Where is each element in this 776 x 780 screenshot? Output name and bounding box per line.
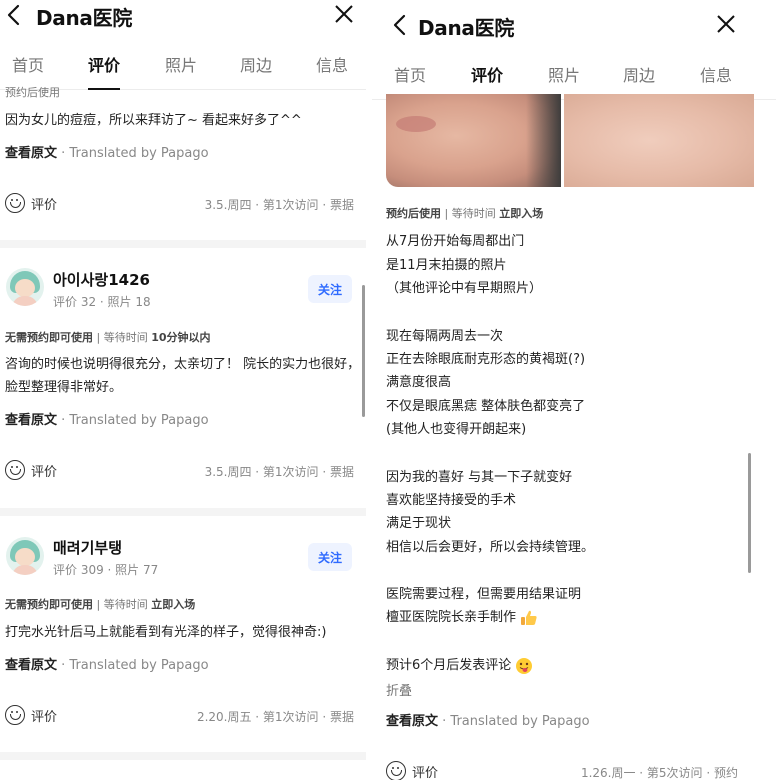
review-tag: 预约后使用 | 等待时间 立即入场 [386,207,544,220]
review-meta: 2.20.周五 · 第1次访问 · 票据 [196,710,354,724]
follow-button[interactable]: 关注 [308,543,352,571]
review-meta: 3.5.周四 · 第1次访问 · 票据 [204,198,354,212]
react-button[interactable]: 评价 [5,460,57,480]
tab-nearby[interactable]: 周边 [623,62,655,86]
review-text-line: (其他人也变得开朗起来) [386,422,527,437]
review-text-line: 不仅是眼底黑痣 整体肤色都变亮了 [386,399,586,414]
smile-icon [5,460,25,480]
review-text-line: 满足于现状 [386,516,452,531]
review-text-line: 正在去除眼底耐克形态的黄褐斑(?) [386,352,586,367]
react-button[interactable]: 评价 [386,761,438,780]
review-text: 因为女儿的痘痘，所以来拜访了~ 看起来好多了^^ [5,113,302,128]
back-icon[interactable] [6,4,22,26]
scrollbar[interactable] [362,285,365,417]
smile-icon [386,761,406,780]
review-text-row: 檀亚医院院长亲手制作 [386,606,538,629]
avatar[interactable] [6,268,44,306]
back-icon[interactable] [392,14,408,36]
review-text-line: 是11月末拍摄的照片 [386,258,507,273]
follow-button[interactable]: 关注 [308,275,352,303]
react-button[interactable]: 评价 [5,193,57,213]
header-bar: Dana医院 [0,0,366,34]
review-photo[interactable] [564,94,754,187]
user-stats: 评价 309 · 照片 77 [53,563,159,577]
review-tag: 无需预约即可使用 | 等待时间 10分钟以内 [5,331,211,344]
tab-reviews[interactable]: 评价 [88,52,120,76]
tab-info[interactable]: 信息 [316,52,348,76]
section-divider [0,752,366,760]
review-photo[interactable] [386,94,561,187]
close-icon[interactable] [716,14,736,34]
review-text-line: 现在每隔两周去一次 [386,329,504,344]
react-button[interactable]: 评价 [5,705,57,725]
review-text-row: 预计6个月后发表评论 [386,654,533,677]
tab-photos[interactable]: 照片 [165,52,197,76]
review-tag: 无需预约即可使用 | 等待时间 立即入场 [5,598,196,611]
review-text-line: 因为我的喜好 与其一下子就变好 [386,470,573,485]
review-text-line: 医院需要过程，但需要用结果证明 [386,587,582,602]
review-tag: 预约后使用 [5,86,60,99]
right-pane: Dana医院 首页 评价 照片 周边 信息 预约后使用 | 等待时间 立即入场 … [372,0,776,780]
tongue-emoji-icon [516,657,533,674]
section-divider [0,240,366,248]
view-original-link[interactable]: 查看原文 · Translated by Papago [5,654,209,673]
view-original-link[interactable]: 查看原文 · Translated by Papago [386,710,590,729]
fold-link[interactable]: 折叠 [386,680,412,699]
left-pane: Dana医院 首页 评价 照片 周边 信息 预约后使用 因为女儿的痘痘，所以来拜… [0,0,366,780]
review-text-line: 咨询的时候也说明得很充分，太亲切了！ 院长的实力也很好， [5,357,361,372]
section-divider [0,508,366,516]
page-title: Dana医院 [36,6,133,30]
header-bar: Dana医院 [372,10,776,44]
review-text-line: 脸型整理得非常好。 [5,380,123,395]
tab-reviews[interactable]: 评价 [471,62,503,86]
tab-home[interactable]: 首页 [394,62,426,86]
review-meta: 1.26.周一 · 第5次访问 · 预约 [580,766,738,780]
tab-photos[interactable]: 照片 [548,62,580,86]
tab-nearby[interactable]: 周边 [240,52,272,76]
username[interactable]: 아이사랑1426 [53,269,150,290]
page-title: Dana医院 [418,16,515,40]
review-text-line: 喜欢能坚持接受的手术 [386,493,517,508]
smile-icon [5,193,25,213]
view-original-link[interactable]: 查看原文 · Translated by Papago [5,142,209,161]
review-text-line: （其他评论中有早期照片） [386,281,543,296]
close-icon[interactable] [334,4,354,24]
thumbs-up-icon [521,610,537,625]
review-text-line: 从7月份开始每周都出门 [386,234,525,249]
tab-info[interactable]: 信息 [700,62,732,86]
user-stats: 评价 32 · 照片 18 [53,295,151,309]
review-text-line: 相信以后会更好，所以会持续管理。 [386,540,595,555]
scrollbar[interactable] [748,453,751,573]
view-original-link[interactable]: 查看原文 · Translated by Papago [5,409,209,428]
smile-icon [5,705,25,725]
active-tab-indicator [88,88,120,90]
review-meta: 3.5.周四 · 第1次访问 · 票据 [204,465,354,479]
tab-home[interactable]: 首页 [12,52,44,76]
avatar[interactable] [6,537,44,575]
review-text-line: 打完水光针后马上就能看到有光泽的样子，觉得很神奇:) [5,625,327,640]
username[interactable]: 매려기부탱 [53,537,122,558]
review-text-line: 满意度很高 [386,375,452,390]
